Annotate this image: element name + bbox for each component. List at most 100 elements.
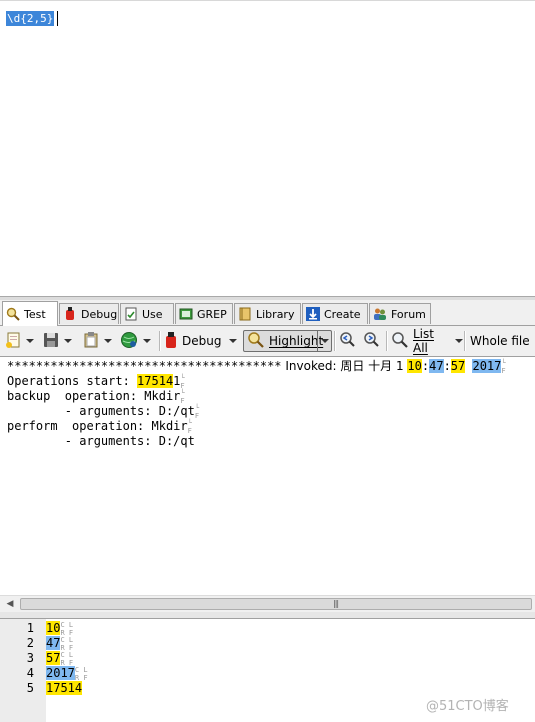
new-button[interactable] xyxy=(5,330,34,352)
horizontal-scrollbar[interactable]: ◀ ||| xyxy=(0,595,535,613)
create-arrow-icon xyxy=(306,307,320,321)
result-item: 57C LR F xyxy=(46,651,73,667)
line-end-marker: └ F xyxy=(501,359,506,375)
line-text: - arguments: D:/qt xyxy=(7,404,195,418)
tab-use[interactable]: Use xyxy=(120,303,174,324)
test-line-4: - arguments: D:/qt└ F xyxy=(7,404,200,420)
result-item: 17514 xyxy=(46,681,83,696)
text-caret xyxy=(57,11,58,26)
test-text-area[interactable]: ************************************** I… xyxy=(0,357,535,595)
highlight-label: Highlight xyxy=(269,334,324,348)
web-button[interactable] xyxy=(120,330,156,352)
tab-label: Test xyxy=(24,307,46,321)
regex-pattern[interactable]: \d{2,5} xyxy=(6,11,55,26)
tab-label: Use xyxy=(142,307,163,321)
chevron-down-icon xyxy=(64,339,72,343)
list-all-button[interactable]: List All xyxy=(391,327,463,355)
test-line-1: ************************************** I… xyxy=(7,359,506,375)
tab-label: Forum xyxy=(391,307,426,321)
toolbar-separator xyxy=(386,331,388,351)
bug-icon xyxy=(63,307,77,321)
match-highlight: 47 xyxy=(429,359,444,373)
test-line-5: perform operation: Mkdir└ F xyxy=(7,419,192,435)
test-line-6: - arguments: D:/qt xyxy=(7,434,195,449)
highlight-button[interactable]: Highlight xyxy=(243,330,332,352)
tab-debug[interactable]: Debug xyxy=(59,303,119,324)
save-disk-icon xyxy=(42,331,60,352)
tab-library[interactable]: Library xyxy=(234,303,301,324)
match-highlight: 10 xyxy=(46,621,61,635)
results-splitter[interactable] xyxy=(0,612,535,619)
highlight-dropdown[interactable] xyxy=(317,331,331,351)
chevron-down-icon xyxy=(455,339,463,343)
scroll-left-arrow-icon[interactable]: ◀ xyxy=(4,598,16,610)
toolbar: Debug Highlight List All Whole file xyxy=(0,326,535,357)
line-end-marker: └ F xyxy=(194,404,200,420)
line-end-marker: C LR F xyxy=(60,636,74,652)
match-highlight: 17514 xyxy=(46,681,83,695)
match-highlight: 10 xyxy=(407,359,422,373)
globe-icon xyxy=(120,331,138,352)
result-item: 10C LR F xyxy=(46,621,73,637)
tab-test[interactable]: Test xyxy=(2,301,58,326)
find-previous-icon xyxy=(338,331,356,352)
magnifier-icon xyxy=(247,331,265,352)
line-text: ************************************** xyxy=(7,359,282,373)
line-end-marker: └ F xyxy=(180,389,185,405)
line-end-marker: └ F xyxy=(180,374,185,390)
chevron-down-icon xyxy=(104,339,112,343)
grep-icon xyxy=(179,307,193,321)
match-highlight: 57 xyxy=(450,359,466,373)
match-highlight: 57 xyxy=(46,651,61,665)
library-book-icon xyxy=(238,307,252,321)
bug-icon xyxy=(163,331,179,352)
tab-label: Library xyxy=(256,307,295,321)
clipboard-icon xyxy=(82,331,100,352)
result-item: 2017C LR F xyxy=(46,666,88,682)
chevron-down-icon xyxy=(320,339,329,343)
result-number: 2 xyxy=(26,636,34,650)
match-highlight: 2017 xyxy=(46,666,75,680)
chevron-down-icon xyxy=(143,339,151,343)
tab-create[interactable]: Create xyxy=(302,303,368,324)
zoom-next-button[interactable] xyxy=(362,330,384,352)
list-all-label: List All xyxy=(413,327,434,355)
scope-label: Whole file xyxy=(470,334,530,348)
line-text: perform operation: Mkdir xyxy=(7,419,188,433)
tab-forum[interactable]: Forum xyxy=(369,303,431,324)
result-number: 4 xyxy=(26,666,34,680)
test-line-2: Operations start: 175141└ F xyxy=(7,374,185,390)
toolbar-separator xyxy=(334,331,336,351)
test-line-3: backup operation: Mkdir└ F xyxy=(7,389,185,405)
magnifier-icon xyxy=(391,331,409,352)
result-number: 3 xyxy=(26,651,34,665)
line-text: Invoked: 周日 十月 1 xyxy=(281,359,408,373)
paste-button[interactable] xyxy=(82,330,116,352)
zoom-previous-button[interactable] xyxy=(338,330,360,352)
toolbar-separator xyxy=(159,331,161,351)
match-highlight: 2017 xyxy=(472,359,502,373)
scroll-thumb[interactable]: ||| xyxy=(20,598,532,610)
line-end-marker: C LR F xyxy=(60,651,74,667)
find-next-icon xyxy=(362,331,380,352)
line-text: Operations start: xyxy=(7,374,138,388)
tab-label: Create xyxy=(324,307,361,321)
line-text: 1 xyxy=(173,374,181,388)
line-end-marker: └ F xyxy=(187,419,192,435)
tab-label: GREP xyxy=(197,307,227,321)
tab-grep[interactable]: GREP xyxy=(175,303,233,324)
chevron-down-icon xyxy=(26,339,34,343)
tab-bar: Test Debug Use GREP Library Create Forum xyxy=(0,300,535,326)
chevron-down-icon xyxy=(229,339,238,343)
line-text: backup operation: Mkdir xyxy=(7,389,181,403)
regex-editor[interactable]: \d{2,5} xyxy=(0,0,535,297)
result-number: 5 xyxy=(26,681,34,695)
line-text: : xyxy=(443,359,451,373)
tab-label: Debug xyxy=(81,307,118,321)
toolbar-separator xyxy=(464,331,466,351)
debug-button[interactable]: Debug xyxy=(163,330,239,352)
scope-selector[interactable]: Whole file xyxy=(470,330,535,352)
result-item: 47C LR F xyxy=(46,636,73,652)
save-button[interactable] xyxy=(42,330,76,352)
watermark: @51CTO博客 xyxy=(426,699,509,714)
